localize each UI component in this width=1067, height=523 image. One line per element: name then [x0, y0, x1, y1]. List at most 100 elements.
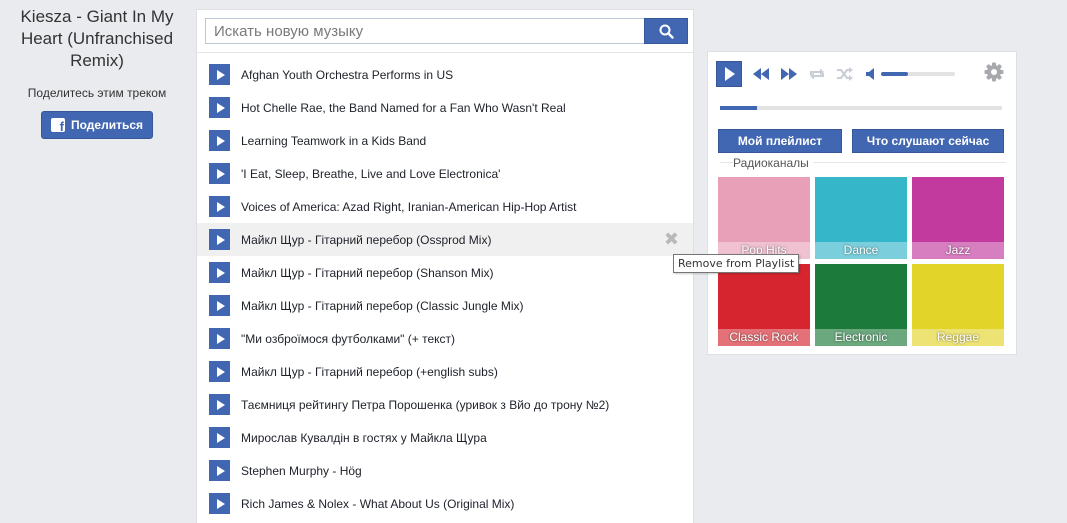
play-icon: [216, 201, 225, 212]
track-item[interactable]: Майкл Щур - Гітарний перебор (Shanson Mi…: [197, 256, 693, 289]
track-play-button[interactable]: [209, 97, 230, 118]
radio-channel-label: Dance: [815, 242, 907, 259]
search-icon: [659, 24, 674, 39]
divider: [197, 52, 693, 53]
track-title: Hot Chelle Rae, the Band Named for a Fan…: [241, 100, 566, 115]
now-playing-panel: Kiesza - Giant In My Heart (Unfranchised…: [0, 0, 194, 139]
share-button-label: Поделиться: [70, 118, 144, 132]
track-title: Майкл Щур - Гітарний перебор (+english s…: [241, 364, 498, 379]
track-play-button[interactable]: [209, 262, 230, 283]
track-play-button[interactable]: [209, 130, 230, 151]
track-item[interactable]: Майкл Щур - Гітарний перебор (Ossprod Mi…: [197, 223, 693, 256]
radio-channel-label: Reggae: [912, 329, 1004, 346]
track-item[interactable]: "Ми озброїмося футболками" (+ текст): [197, 322, 693, 355]
radio-section-label: Радиоканалы: [733, 156, 813, 170]
track-title: Майкл Щур - Гітарний перебор (Ossprod Mi…: [241, 232, 492, 247]
play-icon: [216, 135, 225, 146]
search-input[interactable]: [205, 18, 644, 44]
track-title: Rich James & Nolex - What About Us (Orig…: [241, 496, 515, 511]
track-item[interactable]: Rich James & Nolex - What About Us (Orig…: [197, 487, 693, 520]
volume-icon: [866, 68, 874, 80]
play-icon: [216, 300, 225, 311]
listening-now-button[interactable]: Что слушают сейчас: [852, 129, 1004, 153]
track-item[interactable]: Майкл Щур - Гітарний перебор (+english s…: [197, 355, 693, 388]
play-icon: [216, 102, 225, 113]
track-play-button[interactable]: [209, 361, 230, 382]
radio-channel-label: Electronic: [815, 329, 907, 346]
track-play-button[interactable]: [209, 64, 230, 85]
repeat-icon: [810, 68, 824, 80]
track-item[interactable]: Stephen Murphy - Hög: [197, 454, 693, 487]
settings-button[interactable]: [984, 62, 1004, 87]
fast-forward-icon: [781, 68, 797, 80]
share-button[interactable]: Поделиться: [40, 111, 154, 139]
track-item[interactable]: Майкл Щур - Гітарний перебор (Classic Ju…: [197, 289, 693, 322]
radio-channel-tile[interactable]: Dance: [815, 177, 907, 259]
player-panel: Мой плейлист Что слушают сейчас Радиокан…: [707, 51, 1017, 355]
play-icon: [216, 498, 225, 509]
track-item[interactable]: Мирослав Кувалдін в гостях у Майкла Щура: [197, 421, 693, 454]
rewind-icon: [753, 68, 769, 80]
track-item[interactable]: Learning Teamwork in a Kids Band: [197, 124, 693, 157]
radio-channel-label: Jazz: [912, 242, 1004, 259]
track-title: Майкл Щур - Гітарний перебор (Shanson Mi…: [241, 265, 494, 280]
track-play-button[interactable]: [209, 427, 230, 448]
track-play-button[interactable]: [209, 493, 230, 514]
track-list: Afghan Youth Orchestra Performs in US Hot…: [197, 58, 693, 520]
share-caption: Поделитесь этим треком: [27, 86, 167, 100]
remove-tooltip: Remove from Playlist: [673, 254, 800, 273]
track-item[interactable]: Таємниця рейтингу Петра Порошенка (уриво…: [197, 388, 693, 421]
shuffle-icon: [837, 67, 853, 81]
radio-channel-tile[interactable]: Jazz: [912, 177, 1004, 259]
radio-channel-label: Classic Rock: [718, 329, 810, 346]
track-progress-bar[interactable]: [720, 106, 1002, 110]
track-title: 'I Eat, Sleep, Breathe, Live and Love El…: [241, 166, 501, 181]
radio-channel-tile[interactable]: Classic Rock: [718, 264, 810, 346]
volume-button[interactable]: [866, 68, 875, 80]
facebook-icon: [50, 118, 65, 134]
play-icon: [216, 69, 225, 80]
play-icon: [216, 234, 225, 245]
play-icon: [725, 67, 735, 81]
search-bar: [205, 18, 688, 44]
player-controls: [716, 61, 955, 87]
player-play-button[interactable]: [716, 61, 742, 87]
track-play-button[interactable]: [209, 229, 230, 250]
track-title: "Ми озброїмося футболками" (+ текст): [241, 331, 456, 346]
radio-channel-tile[interactable]: Pop Hits: [718, 177, 810, 259]
track-title: Afghan Youth Orchestra Performs in US: [241, 67, 454, 82]
search-button[interactable]: [644, 18, 688, 44]
play-icon: [216, 432, 225, 443]
shuffle-button[interactable]: [836, 67, 854, 81]
play-icon: [216, 399, 225, 410]
radio-channel-tile[interactable]: Reggae: [912, 264, 1004, 346]
track-item[interactable]: 'I Eat, Sleep, Breathe, Live and Love El…: [197, 157, 693, 190]
remove-from-playlist-icon[interactable]: ✖: [664, 229, 679, 249]
track-item[interactable]: Hot Chelle Rae, the Band Named for a Fan…: [197, 91, 693, 124]
track-play-button[interactable]: [209, 394, 230, 415]
track-play-button[interactable]: [209, 163, 230, 184]
track-play-button[interactable]: [209, 328, 230, 349]
track-title: Майкл Щур - Гітарний перебор (Classic Ju…: [241, 298, 524, 313]
track-progress-fill: [720, 106, 757, 110]
repeat-button[interactable]: [808, 67, 826, 81]
fast-forward-button[interactable]: [780, 67, 798, 81]
play-icon: [216, 333, 225, 344]
track-item[interactable]: Voices of America: Azad Right, Iranian-A…: [197, 190, 693, 223]
play-icon: [216, 267, 225, 278]
my-playlist-button[interactable]: Мой плейлист: [718, 129, 842, 153]
track-play-button[interactable]: [209, 295, 230, 316]
radio-section-header: Радиоканалы: [720, 156, 1006, 177]
track-title: Мирослав Кувалдін в гостях у Майкла Щура: [241, 430, 487, 445]
volume-slider[interactable]: [881, 72, 955, 76]
radio-channel-tile[interactable]: Electronic: [815, 264, 907, 346]
track-item[interactable]: Afghan Youth Orchestra Performs in US: [197, 58, 693, 91]
track-list-panel: Afghan Youth Orchestra Performs in US Hot…: [196, 9, 694, 523]
play-icon: [216, 168, 225, 179]
rewind-button[interactable]: [752, 67, 770, 81]
play-icon: [216, 465, 225, 476]
track-play-button[interactable]: [209, 460, 230, 481]
track-play-button[interactable]: [209, 196, 230, 217]
track-title: Stephen Murphy - Hög: [241, 463, 362, 478]
track-title: Таємниця рейтингу Петра Порошенка (уриво…: [241, 397, 610, 412]
